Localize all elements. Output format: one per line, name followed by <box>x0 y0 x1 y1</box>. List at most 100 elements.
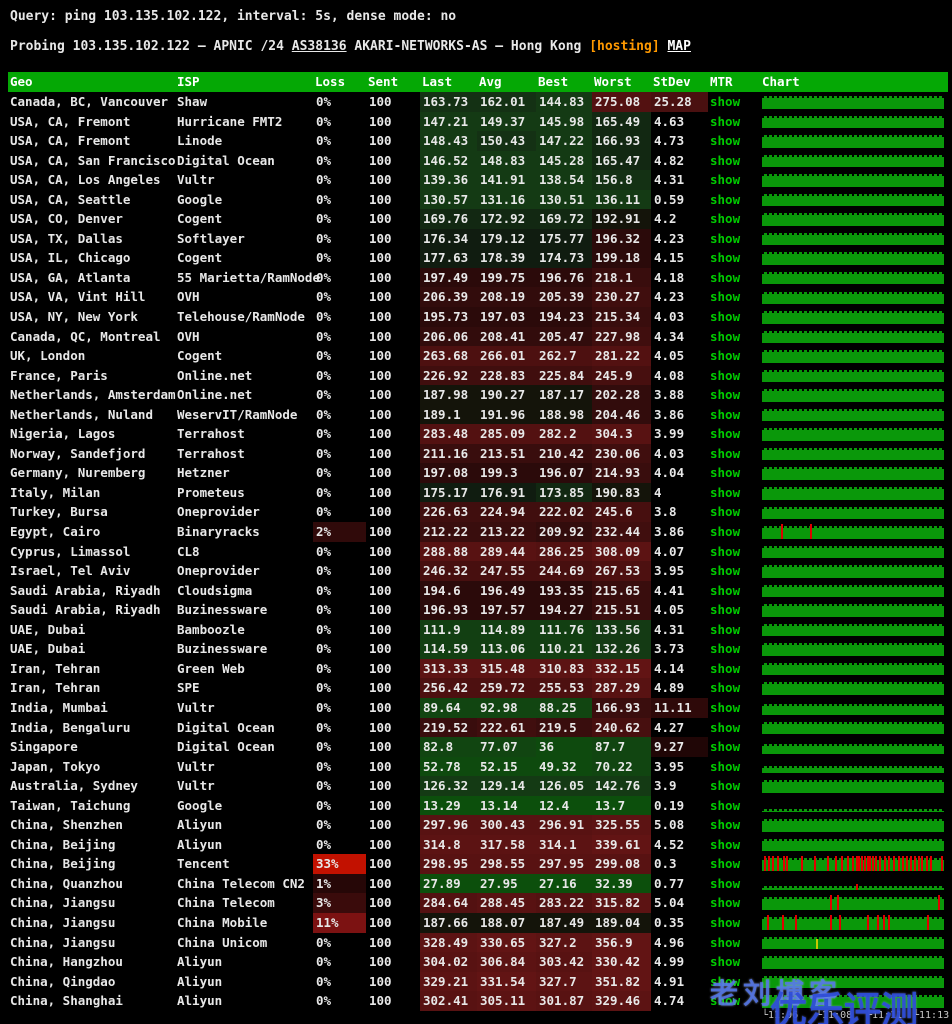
mtr-show-link[interactable]: show <box>710 502 760 522</box>
column-header-worst[interactable]: Worst <box>592 72 651 92</box>
column-header-sent[interactable]: Sent <box>366 72 420 92</box>
mtr-show-link[interactable]: show <box>710 385 760 405</box>
mtr-show-link[interactable]: show <box>710 268 760 288</box>
mtr-show-link[interactable]: show <box>710 698 760 718</box>
mtr-show-link[interactable]: show <box>710 757 760 777</box>
mtr-show-link[interactable]: show <box>710 522 760 542</box>
mtr-show-link[interactable]: show <box>710 287 760 307</box>
mtr-show-link[interactable]: show <box>710 600 760 620</box>
mtr-show-link[interactable]: show <box>710 776 760 796</box>
column-header-geo[interactable]: Geo <box>8 72 175 92</box>
isp-cell: Cogent <box>175 209 313 229</box>
isp-cell: OVH <box>175 287 313 307</box>
last-cell: 256.42 <box>420 678 477 698</box>
mtr-show-link[interactable]: show <box>710 463 760 483</box>
last-cell: 187.66 <box>420 913 477 933</box>
latency-bar-jitter <box>762 409 944 411</box>
loss-spike <box>783 856 785 871</box>
chart-cell <box>760 405 944 425</box>
mtr-show-link[interactable]: show <box>710 542 760 562</box>
mtr-show-link[interactable]: show <box>710 405 760 425</box>
mtr-show-link[interactable]: show <box>710 639 760 659</box>
mtr-cell: show <box>708 483 760 503</box>
mtr-show-link[interactable]: show <box>710 678 760 698</box>
mtr-show-link[interactable]: show <box>710 659 760 679</box>
isp-cell: SPE <box>175 678 313 698</box>
mtr-show-link[interactable]: show <box>710 151 760 171</box>
mtr-show-link[interactable]: show <box>710 170 760 190</box>
last-cell: 52.78 <box>420 757 477 777</box>
column-header-avg[interactable]: Avg <box>477 72 536 92</box>
mtr-show-link[interactable]: show <box>710 346 760 366</box>
column-header-mtr[interactable]: MTR <box>708 72 760 92</box>
mtr-show-link[interactable]: show <box>710 874 760 894</box>
mtr-show-link[interactable]: show <box>710 366 760 386</box>
best-cell: 173.85 <box>536 483 592 503</box>
sent-cell: 100 <box>366 757 420 777</box>
sent-cell: 100 <box>366 659 420 679</box>
column-header-loss[interactable]: Loss <box>313 72 366 92</box>
mtr-show-link[interactable]: show <box>710 561 760 581</box>
mtr-show-link[interactable]: show <box>710 620 760 640</box>
column-header-chart[interactable]: Chart <box>760 72 944 92</box>
chart-cell <box>760 385 944 405</box>
mtr-show-link[interactable]: show <box>710 893 760 913</box>
column-header-stdev[interactable]: StDev <box>651 72 708 92</box>
mtr-show-link[interactable]: show <box>710 307 760 327</box>
mtr-show-link[interactable]: show <box>710 92 760 112</box>
mtr-cell: show <box>708 776 760 796</box>
last-cell: 298.95 <box>420 854 477 874</box>
geo-cell: Turkey, Bursa <box>8 502 175 522</box>
mtr-show-link[interactable]: show <box>710 248 760 268</box>
latency-bar <box>762 684 944 695</box>
mtr-show-link[interactable]: show <box>710 327 760 347</box>
chart-cell <box>760 581 944 601</box>
mtr-show-link[interactable]: show <box>710 737 760 757</box>
column-header-last[interactable]: Last <box>420 72 477 92</box>
latency-bar <box>762 567 944 578</box>
mtr-show-link[interactable]: show <box>710 718 760 738</box>
mtr-show-link[interactable]: show <box>710 483 760 503</box>
latency-bar <box>762 724 944 735</box>
mtr-show-link[interactable]: show <box>710 581 760 601</box>
sent-cell: 100 <box>366 620 420 640</box>
mtr-show-link[interactable]: show <box>710 112 760 132</box>
sent-cell: 100 <box>366 307 420 327</box>
mtr-cell: show <box>708 209 760 229</box>
mtr-show-link[interactable]: show <box>710 424 760 444</box>
stdev-cell: 4.52 <box>651 835 708 855</box>
loss-cell: 0% <box>313 542 366 562</box>
avg-cell: 208.41 <box>477 327 536 347</box>
best-cell: 196.07 <box>536 463 592 483</box>
worst-cell: 166.93 <box>592 698 651 718</box>
loss-cell: 0% <box>313 92 366 112</box>
mtr-show-link[interactable]: show <box>710 835 760 855</box>
latency-bar <box>762 645 944 656</box>
latency-bar <box>762 768 944 773</box>
column-header-isp[interactable]: ISP <box>175 72 313 92</box>
map-link[interactable]: MAP <box>667 39 690 54</box>
loss-cell: 0% <box>313 209 366 229</box>
mtr-show-link[interactable]: show <box>710 854 760 874</box>
mtr-show-link[interactable]: show <box>710 131 760 151</box>
loss-spike <box>768 856 770 871</box>
worst-cell: 215.65 <box>592 581 651 601</box>
mtr-show-link[interactable]: show <box>710 913 760 933</box>
mtr-show-link[interactable]: show <box>710 933 760 953</box>
avg-cell: 288.45 <box>477 893 536 913</box>
asn-link[interactable]: AS38136 <box>292 39 347 54</box>
mtr-show-link[interactable]: show <box>710 190 760 210</box>
mtr-show-link[interactable]: show <box>710 952 760 972</box>
loss-cell: 33% <box>313 854 366 874</box>
mtr-show-link[interactable]: show <box>710 815 760 835</box>
isp-cell: China Telecom CN2 <box>175 874 313 894</box>
column-header-best[interactable]: Best <box>536 72 592 92</box>
mtr-show-link[interactable]: show <box>710 229 760 249</box>
chart-cell <box>760 913 944 933</box>
mtr-show-link[interactable]: show <box>710 796 760 816</box>
avg-cell: 317.58 <box>477 835 536 855</box>
mtr-show-link[interactable]: show <box>710 209 760 229</box>
latency-bar-jitter <box>762 370 944 372</box>
stdev-cell: 0.19 <box>651 796 708 816</box>
mtr-show-link[interactable]: show <box>710 444 760 464</box>
